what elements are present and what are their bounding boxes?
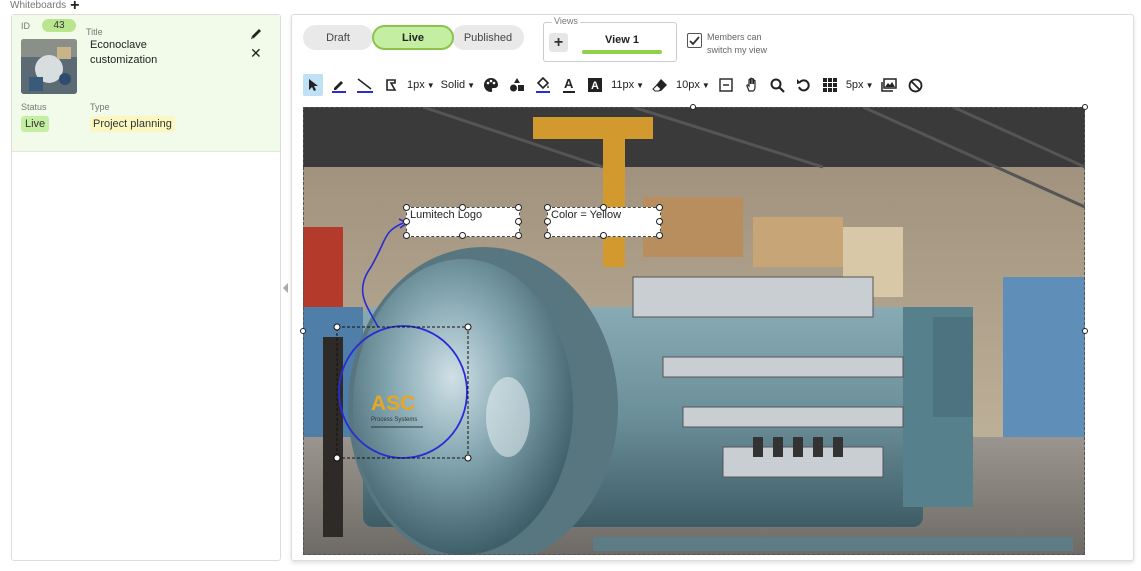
- drawing-toolbar: 1px ▼ Solid ▼ A A 11px ▼ 10px ▼ 5px ▼: [303, 73, 931, 97]
- members-checkbox[interactable]: [687, 33, 702, 48]
- text-background-icon[interactable]: A: [585, 74, 605, 96]
- members-label: Members can switch my view: [707, 32, 768, 55]
- type-label: Type: [90, 102, 110, 112]
- canvas-resize-handle[interactable]: [690, 104, 696, 110]
- canvas-resize-handle[interactable]: [300, 328, 306, 334]
- collapse-icon[interactable]: [716, 74, 736, 96]
- type-badge: Project planning: [90, 116, 175, 132]
- title-label: Title: [86, 27, 103, 37]
- edit-icon[interactable]: [249, 27, 263, 41]
- status-badge: Live: [21, 116, 50, 132]
- grid-size-select[interactable]: 5px ▼: [846, 74, 874, 96]
- annotation-layer: [333, 218, 472, 462]
- palette-icon[interactable]: [481, 74, 501, 96]
- canvas-resize-handle[interactable]: [1082, 104, 1088, 110]
- fill-bucket-icon[interactable]: [533, 74, 553, 96]
- whiteboards-header: Whiteboards +: [10, 0, 79, 13]
- stroke-width-select[interactable]: 1px ▼: [407, 74, 435, 96]
- views-group: Views + View 1: [543, 16, 677, 62]
- pen-tool-icon[interactable]: [329, 74, 349, 96]
- svg-text:A: A: [564, 77, 574, 91]
- shapes-fill-icon[interactable]: [507, 74, 527, 96]
- id-badge: 43: [42, 19, 76, 32]
- text-annotation[interactable]: Lumitech Logo: [403, 204, 522, 239]
- status-label: Status: [21, 102, 47, 112]
- members-switch-option[interactable]: Members can switch my view: [687, 31, 787, 57]
- hand-pan-icon[interactable]: [742, 74, 762, 96]
- chevron-down-icon: ▼: [426, 80, 435, 90]
- text-annotation[interactable]: Color = Yellow: [544, 204, 663, 239]
- eraser-icon[interactable]: [650, 74, 670, 96]
- whiteboard-card[interactable]: ID 43 Title Econoclave customization ✕ S…: [12, 15, 280, 152]
- shape-tool-icon[interactable]: [381, 74, 401, 96]
- clear-canvas-icon[interactable]: [905, 74, 925, 96]
- canvas-resize-handle[interactable]: [1082, 328, 1088, 334]
- whiteboard-editor: Draft Live Published Views + View 1 Memb…: [291, 14, 1134, 561]
- eraser-size-value: 10px: [676, 79, 700, 91]
- state-tabs: Draft Live Published: [303, 25, 524, 51]
- section-title: Whiteboards: [10, 0, 67, 11]
- chevron-down-icon: ▼: [467, 80, 476, 90]
- add-view-button[interactable]: +: [549, 33, 568, 52]
- tab-published[interactable]: Published: [452, 25, 524, 50]
- tab-draft[interactable]: Draft: [303, 25, 373, 50]
- font-size-select[interactable]: 11px ▼: [611, 74, 644, 96]
- stroke-style-value: Solid: [440, 79, 466, 91]
- text-color-icon[interactable]: A: [559, 74, 579, 96]
- panel-collapse-handle[interactable]: [283, 283, 288, 293]
- select-tool-icon[interactable]: [303, 74, 323, 96]
- close-icon[interactable]: ✕: [250, 46, 262, 60]
- view-item[interactable]: View 1: [582, 34, 662, 46]
- add-whiteboard-icon[interactable]: +: [70, 0, 79, 13]
- view-active-indicator: [582, 50, 662, 54]
- eraser-size-select[interactable]: 10px ▼: [676, 74, 710, 96]
- undo-icon[interactable]: [794, 74, 814, 96]
- svg-text:A: A: [591, 80, 599, 92]
- chevron-down-icon: ▼: [636, 80, 645, 90]
- zoom-icon[interactable]: [768, 74, 788, 96]
- chevron-down-icon: ▼: [701, 80, 710, 90]
- whiteboard-thumbnail: [21, 39, 77, 94]
- whiteboard-title: Econoclave customization: [90, 39, 158, 66]
- background-image-icon[interactable]: [879, 74, 899, 96]
- whiteboard-list: ID 43 Title Econoclave customization ✕ S…: [11, 14, 281, 561]
- grid-icon[interactable]: [820, 74, 840, 96]
- grid-size-value: 5px: [845, 79, 864, 91]
- whiteboard-canvas[interactable]: ASC Process Systems Lumitech Logo Color …: [303, 107, 1085, 555]
- tab-live[interactable]: Live: [372, 25, 454, 50]
- font-size-value: 11px: [611, 79, 635, 91]
- views-legend: Views: [552, 16, 580, 26]
- chevron-down-icon: ▼: [865, 80, 874, 90]
- stroke-width-value: 1px: [407, 79, 425, 91]
- annotation-text: Lumitech Logo: [410, 209, 483, 221]
- id-label: ID: [21, 21, 30, 31]
- annotation-text: Color = Yellow: [551, 209, 622, 221]
- line-tool-icon[interactable]: [355, 74, 375, 96]
- circle-annotation[interactable]: [338, 325, 468, 459]
- stroke-style-select[interactable]: Solid ▼: [441, 74, 475, 96]
